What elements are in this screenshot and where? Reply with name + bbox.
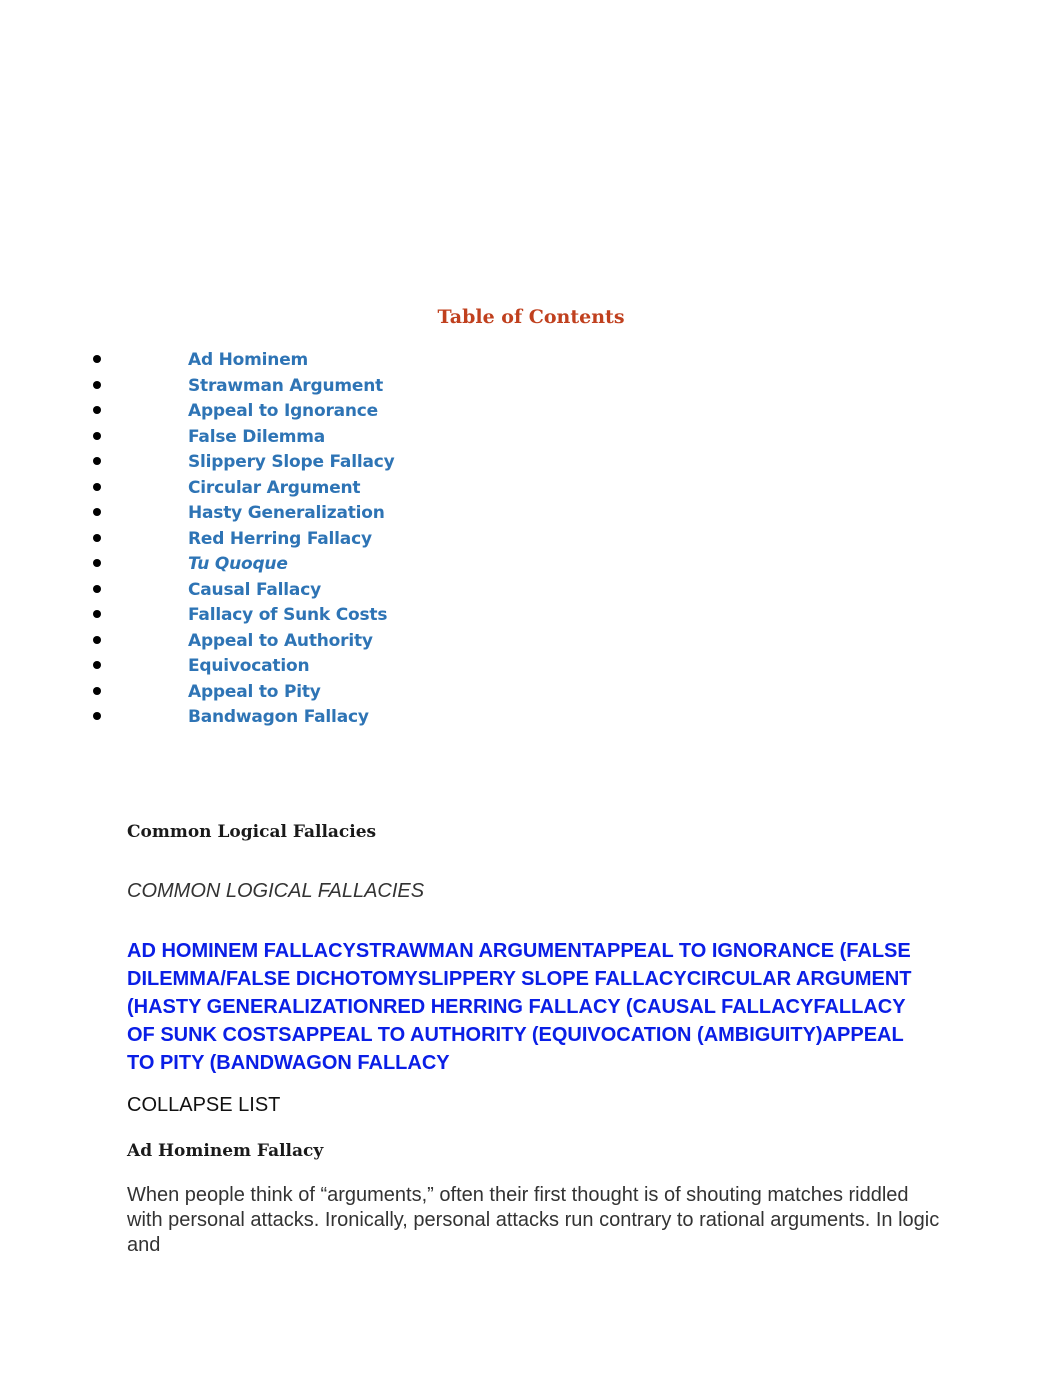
toc-title: Table of Contents	[437, 306, 625, 328]
toc-link[interactable]: Hasty Generalization	[188, 503, 385, 523]
toc-link[interactable]: False Dilemma	[188, 427, 325, 447]
fallacy-anchor-link[interactable]: AD HOMINEM FALLACY	[127, 940, 356, 962]
toc-link[interactable]: Bandwagon Fallacy	[188, 707, 369, 727]
bullet-icon	[93, 610, 101, 618]
fallacy-anchor-link[interactable]: SLIPPERY SLOPE FALLACY	[418, 968, 687, 990]
section-heading: Common Logical Fallacies	[127, 822, 377, 842]
subheading-ad-hominem: Ad Hominem Fallacy	[127, 1141, 324, 1161]
bullet-icon	[93, 712, 101, 720]
bullet-icon	[93, 431, 101, 440]
toc-link[interactable]: Fallacy of Sunk Costs	[188, 605, 387, 625]
fallacy-anchor-link[interactable]: APPEAL TO AUTHORITY (EQUIVOCATION (AMBIG…	[291, 1024, 822, 1046]
body-paragraph: When people think of “arguments,” often …	[127, 1184, 940, 1256]
toc-link[interactable]: Red Herring Fallacy	[188, 529, 372, 549]
bullet-icon	[93, 380, 101, 389]
bullet-icon	[93, 635, 101, 644]
toc-link[interactable]: Strawman Argument	[188, 376, 383, 396]
bullet-icon	[93, 508, 101, 516]
toc-link[interactable]: Slippery Slope Fallacy	[188, 452, 395, 472]
toc-link[interactable]: Ad Hominem	[188, 350, 308, 370]
fallacy-links-block: AD HOMINEM FALLACYSTRAWMAN ARGUMENT APPEA…	[127, 937, 927, 1077]
bullet-icon	[93, 533, 101, 542]
toc-link[interactable]: Equivocation	[188, 656, 310, 676]
toc-link[interactable]: Appeal to Authority	[188, 631, 373, 651]
toc-link[interactable]: Appeal to Pity	[188, 682, 321, 702]
bullet-icon	[93, 661, 101, 669]
toc-link[interactable]: Appeal to Ignorance	[188, 401, 378, 421]
caps-heading: COMMON LOGICAL FALLACIES	[127, 880, 425, 902]
bullet-icon	[93, 482, 101, 491]
collapse-list-button[interactable]: COLLAPSE LIST	[127, 1094, 280, 1117]
bullet-icon	[93, 355, 101, 363]
bullet-icon	[93, 406, 101, 414]
toc-link[interactable]: Circular Argument	[188, 478, 361, 498]
fallacy-anchor-link[interactable]: STRAWMAN ARGUMENT	[356, 940, 593, 962]
toc-link[interactable]: Tu Quoque	[188, 554, 288, 574]
bullet-icon	[93, 457, 101, 465]
bullet-icon	[93, 686, 101, 695]
toc-link[interactable]: Causal Fallacy	[188, 580, 321, 600]
bullet-icon	[93, 584, 101, 593]
fallacy-anchor-link[interactable]: RED HERRING FALLACY (CAUSAL FALLACY	[383, 996, 813, 1018]
bullet-icon	[93, 559, 101, 567]
document-page: Table of Contents Ad Hominem Strawman Arg…	[0, 0, 1062, 1376]
